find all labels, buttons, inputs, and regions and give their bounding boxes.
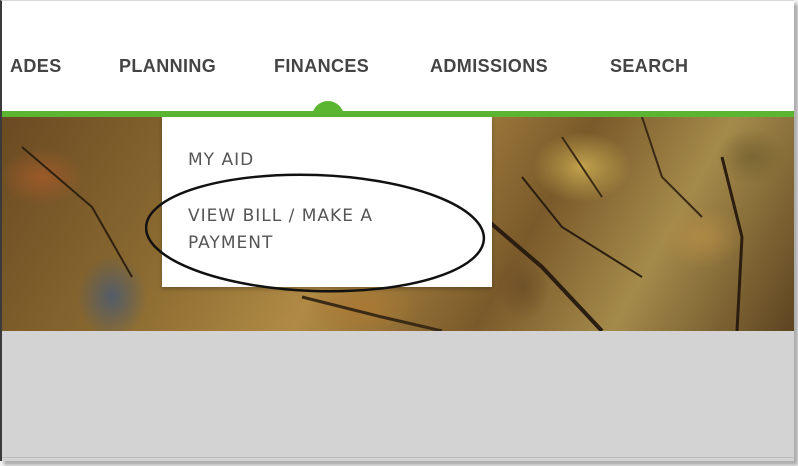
- nav-item-grades[interactable]: ADES: [10, 56, 62, 77]
- finances-dropdown-menu: MY AID VIEW BILL / MAKE A PAYMENT: [162, 117, 492, 287]
- content-band: [2, 331, 794, 461]
- nav-item-planning[interactable]: PLANNING: [119, 56, 216, 77]
- menu-item-my-aid[interactable]: MY AID: [188, 147, 254, 174]
- nav-item-admissions[interactable]: ADMISSIONS: [430, 56, 548, 77]
- nav-item-search[interactable]: SEARCH: [610, 56, 688, 77]
- divider: [2, 457, 794, 458]
- menu-item-view-bill-make-payment[interactable]: VIEW BILL / MAKE A PAYMENT: [188, 203, 438, 257]
- nav-item-finances[interactable]: FINANCES: [274, 56, 369, 77]
- browser-frame: ADES PLANNING FINANCES ADMISSIONS SEARCH…: [0, 0, 794, 461]
- top-navigation: ADES PLANNING FINANCES ADMISSIONS SEARCH: [2, 1, 794, 117]
